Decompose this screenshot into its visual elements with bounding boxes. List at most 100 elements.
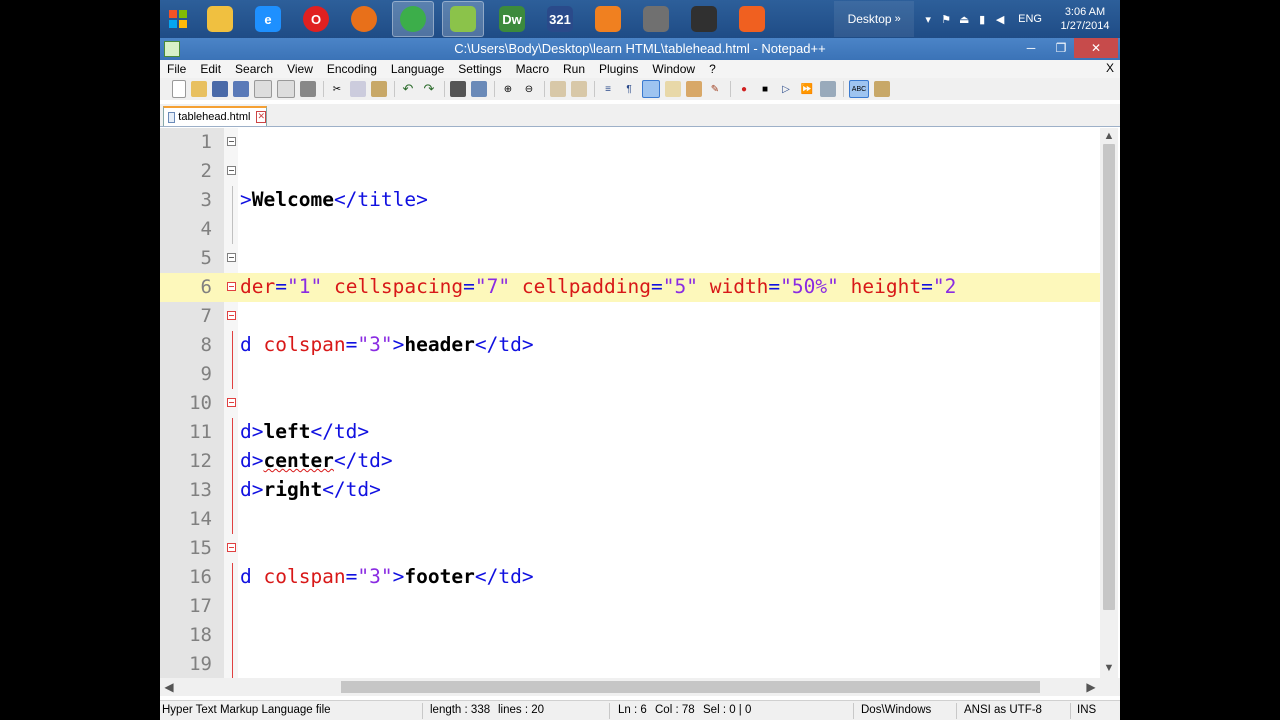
taskbar-app-xampp[interactable] [732,2,772,36]
fold-toggle-icon[interactable] [227,137,236,146]
vertical-scroll-thumb[interactable] [1103,144,1115,610]
fold-toggle-icon[interactable] [227,282,236,291]
taskbar-app-dreamweaver[interactable]: Dw [492,2,532,36]
zoom-out-icon[interactable]: ⊖ [521,81,537,97]
code-line[interactable]: 4 [160,215,1100,244]
menu-view[interactable]: View [280,62,320,76]
taskbar-app-app-placeholder[interactable] [636,2,676,36]
tab-tablehead[interactable]: tablehead.html ✕ [163,106,267,126]
code-line[interactable]: 6 der="1" cellspacing="7" cellpadding="5"… [160,273,1100,302]
fold-toggle-icon[interactable] [227,253,236,262]
flag-icon[interactable]: ⚑ [940,13,952,26]
indent-guide-icon[interactable] [642,80,660,98]
scroll-right-icon[interactable]: ▶ [1082,678,1100,696]
copy-icon[interactable] [350,81,366,97]
cut-icon[interactable]: ✂ [329,81,345,97]
save-icon[interactable] [212,81,228,97]
record-macro-icon[interactable]: ● [736,81,752,97]
open-file-icon[interactable] [191,81,207,97]
close-file-icon[interactable] [254,80,272,98]
menu-language[interactable]: Language [384,62,451,76]
play-macro-icon[interactable]: ▷ [778,81,794,97]
taskbar-app-internet-explorer[interactable]: e [248,2,288,36]
code-line[interactable]: 19 [160,650,1100,678]
code-line[interactable]: 10 [160,389,1100,418]
print-icon[interactable] [300,81,316,97]
code-line[interactable]: 11 d>left</td> [160,418,1100,447]
minimize-button[interactable]: ─ [1016,38,1046,58]
code-line[interactable]: 1 [160,128,1100,157]
code-line[interactable]: 13 d>right</td> [160,476,1100,505]
word-wrap-icon[interactable]: ≡ [600,81,616,97]
fold-toggle-icon[interactable] [227,311,236,320]
plugin-icon[interactable] [874,81,890,97]
taskbar-app-notepad-plus-plus[interactable] [442,1,484,37]
undo-icon[interactable]: ↶ [400,81,416,97]
fold-toggle-icon[interactable] [227,166,236,175]
code-editor[interactable]: 1 2 3 >Welcome</title> 4 5 6 der="1" cellspacin… [160,128,1120,678]
code-line[interactable]: 5 [160,244,1100,273]
menu-file[interactable]: File [160,62,193,76]
stop-macro-icon[interactable]: ■ [757,81,773,97]
show-all-characters-icon[interactable]: ¶ [621,81,637,97]
close-button[interactable]: ✕ [1074,38,1118,58]
restore-button[interactable]: ❐ [1046,38,1076,58]
folder-as-workspace-icon[interactable]: ✎ [707,81,723,97]
code-line[interactable]: 8 d colspan="3">header</td> [160,331,1100,360]
zoom-in-icon[interactable]: ⊕ [500,81,516,97]
code-line[interactable]: 2 [160,157,1100,186]
code-line[interactable]: 18 [160,621,1100,650]
vertical-scrollbar[interactable]: ▲ ▼ [1100,128,1118,678]
taskbar-app-media-player-321[interactable]: 321 [540,2,580,36]
menu-settings[interactable]: Settings [451,62,508,76]
volume-icon[interactable]: ◀ [994,13,1006,26]
taskbar-app-vlc-player[interactable] [588,2,628,36]
taskbar-app-firefox[interactable] [344,2,384,36]
menu-plugins[interactable]: Plugins [592,62,645,76]
scroll-left-icon[interactable]: ◀ [160,678,178,696]
taskbar-app-opera[interactable]: O [296,2,336,36]
clock[interactable]: 3:06 AM 1/27/2014 [1050,5,1120,33]
paste-icon[interactable] [371,81,387,97]
code-line[interactable]: 17 [160,592,1100,621]
save-macro-icon[interactable] [820,81,836,97]
start-button[interactable] [160,0,196,38]
code-line[interactable]: 15 [160,534,1100,563]
replace-icon[interactable] [471,81,487,97]
code-line[interactable]: 14 [160,505,1100,534]
doc-map-icon[interactable] [665,81,681,97]
code-line[interactable]: 16 d colspan="3">footer</td> [160,563,1100,592]
tray-caret-icon[interactable]: ▾ [922,13,934,26]
sync-vertical-icon[interactable] [550,81,566,97]
language-indicator[interactable]: ENG [1018,13,1042,25]
menu-run[interactable]: Run [556,62,592,76]
code-line[interactable]: 9 [160,360,1100,389]
fold-toggle-icon[interactable] [227,543,236,552]
sync-horizontal-icon[interactable] [571,81,587,97]
run-macro-multiple-icon[interactable]: ⏩ [799,81,815,97]
menu-window[interactable]: Window [645,62,702,76]
code-line[interactable]: 12 d>center</td> [160,447,1100,476]
desktop-toolbar[interactable]: Desktop » [834,1,915,37]
scroll-down-icon[interactable]: ▼ [1100,662,1118,678]
menu-edit[interactable]: Edit [193,62,228,76]
horizontal-scroll-thumb[interactable] [341,681,1040,693]
taskbar-app-chrome[interactable] [392,1,434,37]
close-tab-icon[interactable]: ✕ [256,111,266,123]
usb-icon[interactable]: ⏏ [958,13,970,26]
code-line[interactable]: 7 [160,302,1100,331]
menu-search[interactable]: Search [228,62,280,76]
save-all-icon[interactable] [233,81,249,97]
menu-encoding[interactable]: Encoding [320,62,384,76]
taskbar-app-video-app[interactable] [684,2,724,36]
function-list-icon[interactable] [686,81,702,97]
close-all-icon[interactable] [277,80,295,98]
find-icon[interactable] [450,81,466,97]
taskbar-app-file-explorer[interactable] [200,2,240,36]
redo-icon[interactable]: ↷ [421,81,437,97]
network-icon[interactable]: ▮ [976,13,988,26]
spell-check-icon[interactable]: ABC [849,80,869,98]
code-line[interactable]: 3 >Welcome</title> [160,186,1100,215]
new-file-icon[interactable] [172,80,186,98]
menu-macro[interactable]: Macro [509,62,556,76]
